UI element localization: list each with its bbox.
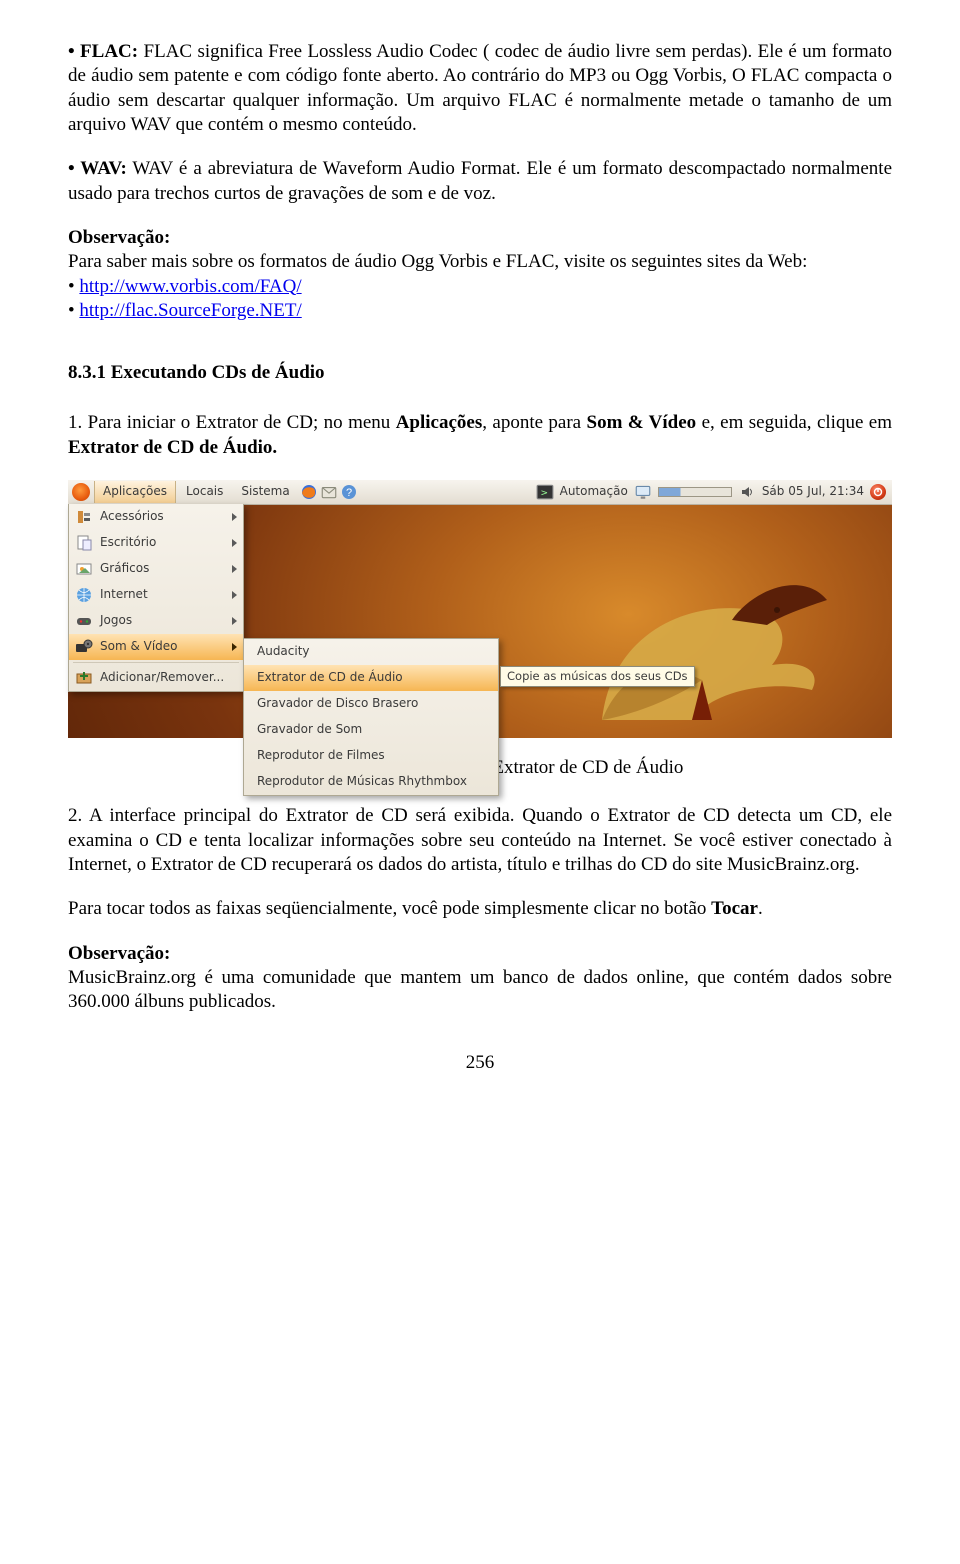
para3-prefix: Para tocar todos as faixas seqüencialmen…	[68, 898, 711, 919]
office-icon	[75, 534, 93, 552]
menu-applications[interactable]: Aplicações	[94, 481, 176, 502]
gnome-top-panel: Aplicações Locais Sistema ? > Automação	[68, 480, 892, 505]
step1-prefix: 1. Para iniciar o Extrator de CD; no men…	[68, 412, 396, 433]
submenu-item-rhythmbox[interactable]: Reprodutor de Músicas Rhythmbox	[244, 769, 498, 795]
panel-right: > Automação Sáb 05 Jul, 21:34	[536, 483, 892, 501]
submenu-item-label: Extrator de CD de Áudio	[257, 670, 492, 685]
ubuntu-logo-icon[interactable]	[72, 483, 90, 501]
games-icon	[75, 612, 93, 630]
submenu-item-brasero[interactable]: Gravador de Disco Brasero	[244, 691, 498, 717]
menu-item-label: Acessórios	[100, 509, 225, 524]
submenu-item-reprodutor-filmes[interactable]: Reprodutor de Filmes	[244, 743, 498, 769]
applications-menu-dropdown: Acessórios Escritório Gráficos Internet	[68, 504, 244, 692]
document-page: • FLAC: FLAC significa Free Lossless Aud…	[0, 0, 960, 1105]
figure-8-19-screenshot: Aplicações Locais Sistema ? > Automação	[68, 480, 892, 738]
observation-block-2: Observação: MusicBrainz.org é uma comuni…	[68, 942, 892, 1015]
svg-text:>: >	[540, 488, 548, 498]
multimedia-icon	[75, 638, 93, 656]
link-vorbis-faq[interactable]: http://www.vorbis.com/FAQ/	[79, 276, 301, 297]
accessories-icon	[75, 508, 93, 526]
bullet: •	[68, 300, 79, 321]
volume-tray-icon[interactable]	[738, 483, 756, 501]
para3-suffix: .	[758, 898, 763, 919]
obs1-text: Para saber mais sobre os formatos de áud…	[68, 250, 892, 274]
wav-label: • WAV:	[68, 158, 127, 179]
obs1-link-line-2: • http://flac.SourceForge.NET/	[68, 299, 892, 323]
menu-places[interactable]: Locais	[178, 481, 231, 502]
clock-applet[interactable]: Sáb 05 Jul, 21:34	[762, 484, 864, 499]
paragraph-step-2: 2. A interface principal do Extrator de …	[68, 804, 892, 877]
som-e-video-submenu: Audacity Extrator de CD de Áudio Gravado…	[243, 638, 499, 796]
step-1-paragraph: 1. Para iniciar o Extrator de CD; no men…	[68, 411, 892, 460]
submenu-arrow-icon	[232, 565, 237, 573]
submenu-arrow-icon	[232, 643, 237, 651]
submenu-arrow-icon	[232, 539, 237, 547]
submenu-arrow-icon	[232, 591, 237, 599]
submenu-item-audacity[interactable]: Audacity	[244, 639, 498, 665]
menu-item-add-remove[interactable]: Adicionar/Remover...	[69, 665, 243, 691]
menu-item-label: Escritório	[100, 535, 225, 550]
submenu-item-label: Gravador de Som	[257, 722, 492, 737]
observation-block-1: Observação: Para saber mais sobre os for…	[68, 226, 892, 323]
menu-item-escritorio[interactable]: Escritório	[69, 530, 243, 556]
wav-paragraph: • WAV: WAV é a abreviatura de Waveform A…	[68, 157, 892, 206]
terminal-tray-icon[interactable]: >	[536, 483, 554, 501]
graphics-icon	[75, 560, 93, 578]
help-launcher-icon[interactable]: ?	[340, 483, 358, 501]
menu-item-label: Adicionar/Remover...	[100, 670, 237, 685]
system-monitor-applet[interactable]	[658, 487, 732, 497]
evolution-launcher-icon[interactable]	[320, 483, 338, 501]
obs1-link-line-1: • http://www.vorbis.com/FAQ/	[68, 275, 892, 299]
link-flac-sf[interactable]: http://flac.SourceForge.NET/	[79, 300, 301, 321]
flac-body: FLAC significa Free Lossless Audio Codec…	[68, 41, 892, 135]
shutdown-button-icon[interactable]	[870, 484, 886, 500]
menu-item-label: Internet	[100, 587, 225, 602]
flac-paragraph: • FLAC: FLAC significa Free Lossless Aud…	[68, 40, 892, 137]
menu-item-acessorios[interactable]: Acessórios	[69, 504, 243, 530]
menu-item-label: Som & Vídeo	[100, 639, 225, 654]
add-remove-icon	[75, 669, 93, 687]
obs2-body: MusicBrainz.org é uma comunidade que man…	[68, 966, 892, 1015]
submenu-item-extrator-cd[interactable]: Extrator de CD de Áudio	[244, 665, 498, 691]
page-number: 256	[68, 1051, 892, 1075]
menu-item-label: Gráficos	[100, 561, 225, 576]
step1-mid1: , aponte para	[482, 412, 586, 433]
internet-icon	[75, 586, 93, 604]
submenu-item-label: Reprodutor de Músicas Rhythmbox	[257, 774, 492, 789]
svg-text:?: ?	[346, 487, 352, 499]
submenu-item-label: Gravador de Disco Brasero	[257, 696, 492, 711]
menu-item-graficos[interactable]: Gráficos	[69, 556, 243, 582]
step1-bold-extrator: Extrator de CD de Áudio.	[68, 437, 277, 458]
submenu-item-label: Audacity	[257, 644, 492, 659]
menu-item-label: Jogos	[100, 613, 225, 628]
tray-automation-label[interactable]: Automação	[560, 484, 628, 499]
obs-heading: Observação:	[68, 226, 892, 250]
display-tray-icon[interactable]	[634, 483, 652, 501]
section-heading-8-3-1: 8.3.1 Executando CDs de Áudio	[68, 361, 892, 385]
submenu-item-label: Reprodutor de Filmes	[257, 748, 492, 763]
panel-left: Aplicações Locais Sistema ?	[68, 481, 358, 502]
bullet: •	[68, 276, 79, 297]
step1-mid2: e, em seguida, clique em	[696, 412, 892, 433]
submenu-item-gravador-som[interactable]: Gravador de Som	[244, 717, 498, 743]
menu-separator	[73, 662, 239, 663]
obs-heading-2: Observação:	[68, 942, 892, 966]
para3-bold-tocar: Tocar	[711, 898, 758, 919]
paragraph-tocar: Para tocar todos as faixas seqüencialmen…	[68, 897, 892, 921]
tooltip-copie-musicas: Copie as músicas dos seus CDs	[500, 666, 695, 687]
submenu-arrow-icon	[232, 513, 237, 521]
menu-item-som-e-video[interactable]: Som & Vídeo	[69, 634, 243, 660]
menu-item-internet[interactable]: Internet	[69, 582, 243, 608]
menu-system[interactable]: Sistema	[233, 481, 297, 502]
flac-label: • FLAC:	[68, 41, 138, 62]
submenu-arrow-icon	[232, 617, 237, 625]
wav-body: WAV é a abreviatura de Waveform Audio Fo…	[68, 158, 892, 203]
menu-item-jogos[interactable]: Jogos	[69, 608, 243, 634]
step1-bold-somvideo: Som & Vídeo	[587, 412, 697, 433]
firefox-launcher-icon[interactable]	[300, 483, 318, 501]
step1-bold-aplicacoes: Aplicações	[396, 412, 483, 433]
